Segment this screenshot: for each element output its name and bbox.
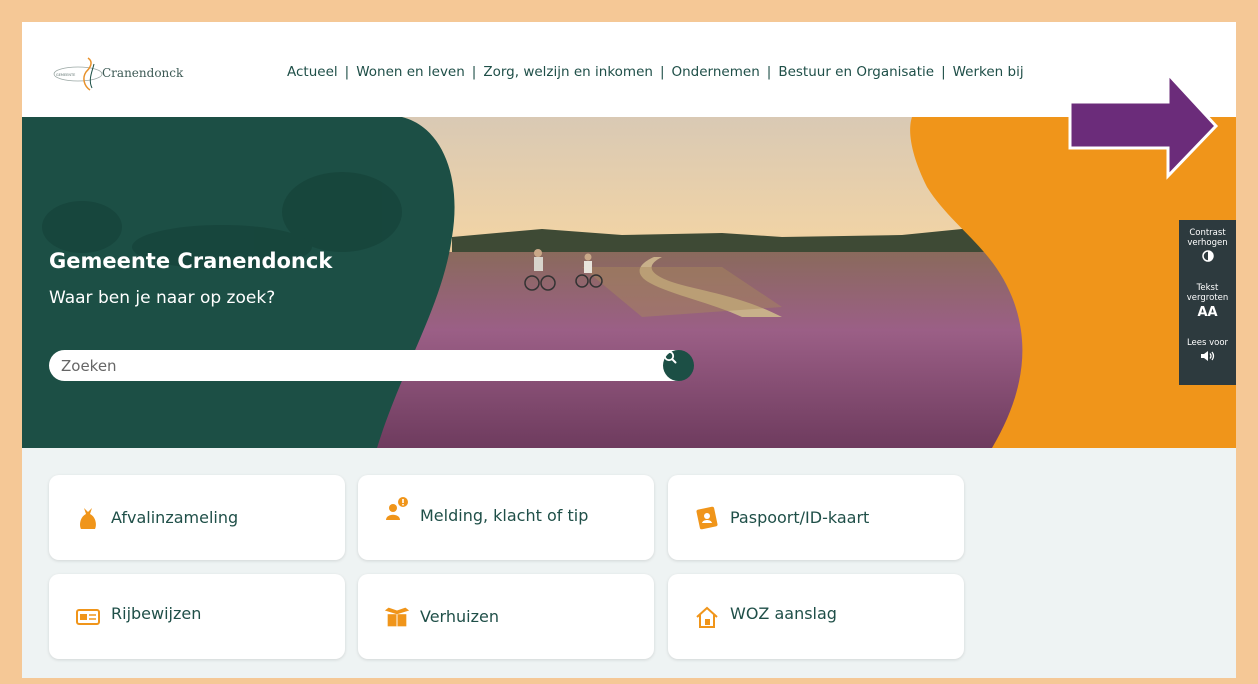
logo-mark-icon: GEMEENTE xyxy=(53,57,103,91)
nav-item-bestuur-en-organisatie[interactable]: Bestuur en Organisatie xyxy=(778,64,934,80)
card-rijbewijzen[interactable]: Rijbewijzen xyxy=(49,574,345,659)
contrast-button[interactable]: Contrast verhogen xyxy=(1179,220,1236,275)
card-label: WOZ aanslag xyxy=(730,604,837,623)
logo-name: Cranendonck xyxy=(102,66,184,80)
card-verhuizen[interactable]: Verhuizen xyxy=(358,574,654,659)
nav-item-actueel[interactable]: Actueel xyxy=(287,64,338,80)
card-label: Afvalinzameling xyxy=(111,508,239,527)
nav-item-wonen-en-leven[interactable]: Wonen en leven xyxy=(356,64,465,80)
nav-item-zorg-welzijn-inkomen[interactable]: Zorg, welzijn en inkomen xyxy=(483,64,653,80)
quick-links-section: Afvalinzameling Melding, klacht of tip P… xyxy=(22,448,1236,678)
moving-box-icon xyxy=(383,603,411,631)
passport-icon xyxy=(693,504,721,532)
site-header: GEMEENTE Cranendonck Actueel | Wonen en … xyxy=(22,22,1236,117)
card-paspoort-id-kaart[interactable]: Paspoort/ID-kaart xyxy=(668,475,964,560)
hero-subtitle: Waar ben je naar op zoek? xyxy=(49,288,276,308)
nav-separator: | xyxy=(344,64,350,80)
nav-separator: | xyxy=(941,64,946,80)
card-label: Paspoort/ID-kaart xyxy=(730,508,870,527)
annotation-arrow-icon xyxy=(1068,70,1218,180)
text-size-label-line1: Tekst xyxy=(1196,283,1219,293)
notification-person-icon xyxy=(383,495,411,523)
text-size-icon: AA xyxy=(1197,305,1218,320)
browser-viewport: GEMEENTE Cranendonck Actueel | Wonen en … xyxy=(22,22,1236,678)
card-label: Melding, klacht of tip xyxy=(420,506,589,525)
hero-banner: Gemeente Cranendonck Waar ben je naar op… xyxy=(22,117,1236,448)
house-icon xyxy=(693,603,721,631)
nav-item-ondernemen[interactable]: Ondernemen xyxy=(672,64,760,80)
site-logo[interactable]: GEMEENTE Cranendonck xyxy=(50,54,200,94)
waste-bag-icon xyxy=(74,504,102,532)
card-afvalinzameling[interactable]: Afvalinzameling xyxy=(49,475,345,560)
nav-separator: | xyxy=(766,64,772,80)
contrast-label-line2: verhogen xyxy=(1187,238,1228,248)
hero-title: Gemeente Cranendonck xyxy=(49,249,333,273)
nav-separator: | xyxy=(659,64,665,80)
text-size-label-line2: vergroten xyxy=(1186,293,1229,303)
search-button[interactable] xyxy=(663,350,694,381)
nav-separator: | xyxy=(471,64,477,80)
accessibility-panel: Contrast verhogen Tekst vergroten AA Lee… xyxy=(1179,220,1236,385)
text-size-button[interactable]: Tekst vergroten AA xyxy=(1179,275,1236,330)
main-navigation: Actueel | Wonen en leven | Zorg, welzijn… xyxy=(287,64,1024,80)
card-label: Verhuizen xyxy=(420,607,499,626)
half-circle-icon xyxy=(1201,250,1214,262)
nav-item-werken-bij[interactable]: Werken bij xyxy=(953,64,1024,80)
card-woz-aanslag[interactable]: WOZ aanslag xyxy=(668,574,964,659)
card-label: Rijbewijzen xyxy=(111,604,202,623)
speaker-icon xyxy=(1200,351,1214,361)
read-aloud-button[interactable]: Lees voor xyxy=(1179,330,1236,385)
contrast-label-line1: Contrast xyxy=(1189,228,1226,238)
hero-image xyxy=(22,117,1236,448)
card-melding-klacht-tip[interactable]: Melding, klacht of tip xyxy=(358,475,654,560)
search-input[interactable] xyxy=(61,356,641,375)
read-aloud-label: Lees voor xyxy=(1186,338,1229,348)
license-card-icon xyxy=(74,603,102,631)
search-bar xyxy=(49,350,694,381)
search-icon xyxy=(663,350,677,364)
svg-text:GEMEENTE: GEMEENTE xyxy=(56,73,75,77)
